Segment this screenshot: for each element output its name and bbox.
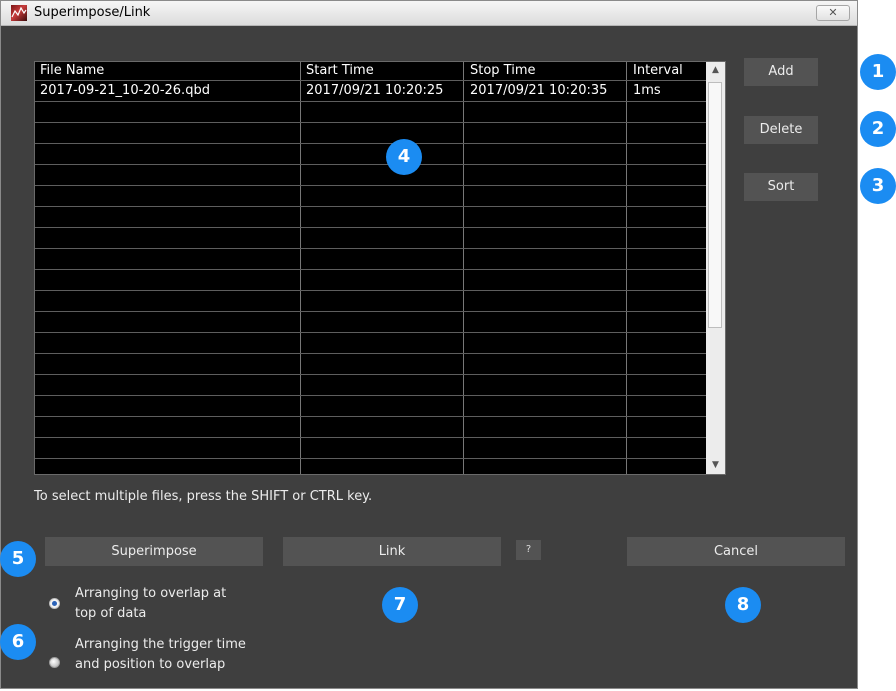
cancel-button[interactable]: Cancel	[627, 537, 845, 566]
row-divider	[35, 332, 707, 333]
column-header-stop-time[interactable]: Stop Time	[470, 62, 536, 80]
file-table[interactable]: File Name Start Time Stop Time Interval …	[34, 61, 726, 475]
row-divider	[35, 164, 707, 165]
row-divider	[35, 122, 707, 123]
row-divider	[35, 311, 707, 312]
cell-start-time: 2017/09/21 10:20:25	[306, 83, 444, 98]
superimpose-button[interactable]: Superimpose	[45, 537, 263, 566]
callout-badge-1: 1	[860, 54, 896, 90]
row-divider	[35, 206, 707, 207]
column-header-start-time[interactable]: Start Time	[306, 62, 374, 80]
row-divider	[35, 269, 707, 270]
row-divider	[35, 80, 707, 81]
option-overlap-trigger-line2: and position to overlap	[75, 657, 226, 672]
row-divider	[35, 395, 707, 396]
option-overlap-trigger-label[interactable]: Arranging the trigger time and position …	[75, 635, 246, 675]
radio-overlap-top-of-data[interactable]	[49, 598, 60, 609]
close-icon: ✕	[828, 6, 838, 19]
option-overlap-top-line2: top of data	[75, 606, 147, 621]
row-divider	[35, 143, 707, 144]
table-header: File Name Start Time Stop Time Interval	[35, 62, 707, 80]
callout-badge-4: 4	[386, 139, 422, 175]
column-divider	[463, 62, 464, 474]
close-button[interactable]: ✕	[816, 5, 850, 21]
row-divider	[35, 290, 707, 291]
scroll-down-icon[interactable]: ▼	[706, 457, 725, 474]
column-divider	[626, 62, 627, 474]
multi-select-hint: To select multiple files, press the SHIF…	[34, 489, 373, 504]
window-title: Superimpose/Link	[34, 5, 151, 20]
help-button[interactable]: ?	[516, 540, 541, 560]
row-divider	[35, 101, 707, 102]
callout-badge-8: 8	[725, 587, 761, 623]
callout-badge-7: 7	[382, 587, 418, 623]
row-divider	[35, 416, 707, 417]
callout-badge-5: 5	[0, 541, 36, 577]
table-scrollbar[interactable]: ▲ ▼	[706, 62, 725, 474]
sort-button[interactable]: Sort	[744, 173, 818, 201]
cell-file-name: 2017-09-21_10-20-26.qbd	[40, 83, 210, 98]
callout-badge-2: 2	[860, 111, 896, 147]
title-bar: Superimpose/Link ✕	[1, 1, 857, 26]
row-divider	[35, 437, 707, 438]
radio-overlap-trigger-time[interactable]	[49, 657, 60, 668]
callout-badge-6: 6	[0, 624, 36, 660]
cell-interval: 1ms	[633, 83, 661, 98]
delete-button[interactable]: Delete	[744, 116, 818, 144]
superimpose-link-dialog: Superimpose/Link ✕ File Name Start Time …	[0, 0, 858, 689]
scroll-thumb[interactable]	[708, 82, 722, 328]
option-overlap-trigger-line1: Arranging the trigger time	[75, 637, 246, 652]
column-divider	[300, 62, 301, 474]
link-button[interactable]: Link	[283, 537, 501, 566]
callout-badge-3: 3	[860, 168, 896, 204]
row-divider	[35, 374, 707, 375]
option-overlap-top-line1: Arranging to overlap at	[75, 586, 227, 601]
row-divider	[35, 248, 707, 249]
scroll-up-icon[interactable]: ▲	[706, 62, 725, 79]
column-header-file-name[interactable]: File Name	[40, 62, 104, 80]
option-overlap-top-label[interactable]: Arranging to overlap at top of data	[75, 584, 226, 624]
row-divider	[35, 185, 707, 186]
app-icon	[11, 5, 27, 21]
row-divider	[35, 458, 707, 459]
row-divider	[35, 353, 707, 354]
add-button[interactable]: Add	[744, 58, 818, 86]
cell-stop-time: 2017/09/21 10:20:35	[470, 83, 608, 98]
column-header-interval[interactable]: Interval	[633, 62, 683, 80]
row-divider	[35, 227, 707, 228]
